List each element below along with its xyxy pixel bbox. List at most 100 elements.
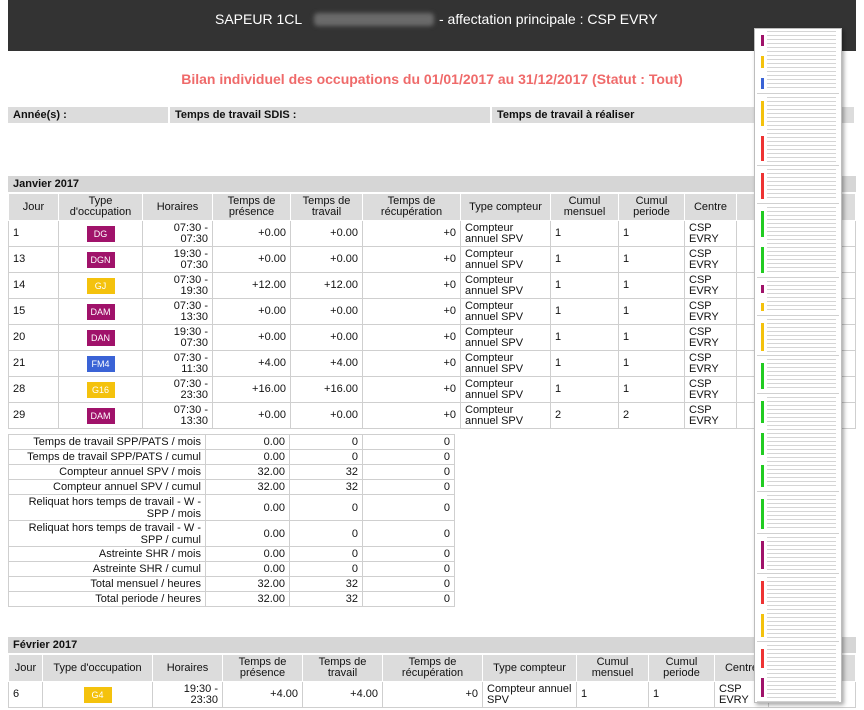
cell-travail: +0.00 — [290, 298, 363, 325]
page-thumbnail[interactable] — [757, 317, 839, 356]
totals-row: Astreinte SHR / cumul 0.00 0 0 — [8, 561, 455, 577]
totals-travail: 0 — [289, 434, 363, 450]
agent-grade: SAPEUR 1CL — [215, 11, 303, 27]
thumbnail-lines — [767, 281, 836, 313]
table-row: 29 DAM 07:30 - 13:30 +0.00 +0.00 +0 Compteur a… — [8, 402, 856, 429]
page-title: Bilan individuel des occupations du 01/0… — [181, 71, 683, 87]
thumbnail-color-bar — [761, 678, 764, 697]
cell-presence: +0.00 — [212, 220, 291, 247]
totals-recup: 0 — [362, 434, 455, 450]
cell-jour: 14 — [8, 272, 59, 299]
cell-cumul-mensuel: 1 — [550, 246, 619, 273]
totals-presence: 32.00 — [205, 576, 290, 592]
cell-compteur: Compteur annuel SPV — [460, 350, 551, 377]
cell-cumul-mensuel: 1 — [550, 324, 619, 351]
cell-type: G4 — [42, 681, 153, 708]
page-thumbnail[interactable] — [757, 535, 839, 574]
occupation-badge[interactable]: DAN — [86, 329, 115, 346]
thumbnail-lines — [767, 169, 836, 201]
thumbnail-color-bar — [761, 433, 764, 455]
thumbnail-color-bar — [761, 541, 764, 569]
thumbnail-color-bar — [761, 303, 764, 311]
thumbnail-color-bar — [761, 247, 764, 273]
cell-jour: 29 — [8, 402, 59, 429]
page-thumbnail[interactable] — [757, 29, 839, 94]
thumbnail-color-bar — [761, 323, 764, 351]
column-header: Cumul periode — [618, 193, 685, 221]
occupation-badge[interactable]: DAM — [86, 407, 115, 424]
page-thumbnail[interactable] — [757, 357, 839, 394]
cell-jour: 21 — [8, 350, 59, 377]
cell-cumul-periode: 1 — [618, 376, 685, 403]
page-thumbnail[interactable] — [757, 643, 839, 702]
occupation-badge[interactable]: GJ — [86, 277, 115, 294]
occupation-badge[interactable]: DAM — [86, 303, 115, 320]
totals-presence: 0.00 — [205, 546, 290, 562]
totals-travail: 32 — [289, 479, 363, 495]
page-thumbnail[interactable] — [757, 493, 839, 534]
thumbnail-color-bar — [761, 101, 764, 126]
column-header: Temps de présence — [222, 654, 303, 682]
occupation-badge[interactable]: DG — [86, 225, 115, 242]
redacted-name — [314, 13, 434, 26]
cell-type: FM4 — [58, 350, 143, 377]
thumbnail-color-bar — [761, 173, 764, 199]
thumbnail-lines — [767, 207, 836, 275]
totals-row: Reliquat hors temps de travail - W - SPP… — [8, 494, 455, 521]
cell-centre: CSP EVRY — [684, 298, 737, 325]
thumbnail-color-bar — [761, 136, 764, 161]
page-thumbnail[interactable] — [757, 95, 839, 166]
totals-presence: 0.00 — [205, 561, 290, 577]
summary-annees: Année(s) : — [8, 107, 170, 123]
cell-cumul-periode: 1 — [648, 681, 715, 708]
cell-horaires: 07:30 - 07:30 — [142, 220, 213, 247]
column-header: Temps de présence — [212, 193, 291, 221]
totals-recup: 0 — [362, 449, 455, 465]
totals-travail: 0 — [289, 520, 363, 547]
cell-centre: CSP EVRY — [684, 376, 737, 403]
totals-recup: 0 — [362, 576, 455, 592]
column-header: Type d'occupation — [42, 654, 153, 682]
cell-compteur: Compteur annuel SPV — [460, 376, 551, 403]
totals-recup: 0 — [362, 494, 455, 521]
janvier-table: Jour Type d'occupation Horaires Temps de pr… — [8, 193, 856, 429]
cell-compteur: Compteur annuel SPV — [460, 298, 551, 325]
cell-type: G16 — [58, 376, 143, 403]
occupation-badge[interactable]: G4 — [83, 686, 112, 703]
page-thumbnail[interactable] — [757, 395, 839, 492]
thumbnail-color-bar — [761, 211, 764, 237]
thumbnail-lines — [767, 359, 836, 391]
cell-horaires: 07:30 - 11:30 — [142, 350, 213, 377]
cell-cumul-mensuel: 1 — [550, 376, 619, 403]
cell-recup: +0 — [362, 220, 461, 247]
page-thumbnail[interactable] — [757, 279, 839, 316]
page-thumbnail[interactable] — [757, 575, 839, 642]
totals-label: Reliquat hors temps de travail - W - SPP… — [8, 520, 206, 547]
thumbnail-lines — [767, 537, 836, 571]
cell-travail: +0.00 — [290, 324, 363, 351]
top-bar: SAPEUR 1CL - affectation principale : CS… — [8, 0, 856, 51]
occupation-badge[interactable]: FM4 — [86, 355, 115, 372]
table-row: 6 G4 19:30 - 23:30 +4.00 +4.00 +0 Compteur ann… — [8, 681, 856, 708]
totals-row: Total mensuel / heures 32.00 32 0 — [8, 576, 455, 592]
cell-travail: +0.00 — [290, 402, 363, 429]
page-thumbnail[interactable] — [757, 205, 839, 278]
cell-cumul-periode: 2 — [618, 402, 685, 429]
page-thumbnails-panel[interactable] — [754, 28, 842, 703]
cell-centre: CSP EVRY — [684, 324, 737, 351]
column-header: Temps de travail — [302, 654, 383, 682]
totals-row: Compteur annuel SPV / cumul 32.00 32 0 — [8, 479, 455, 495]
cell-presence: +12.00 — [212, 272, 291, 299]
totals-travail: 0 — [289, 494, 363, 521]
agent-affectation: - affectation principale : CSP EVRY — [439, 11, 658, 27]
column-header: Temps de récupération — [362, 193, 461, 221]
occupation-badge[interactable]: DGN — [86, 251, 115, 268]
totals-label: Compteur annuel SPV / cumul — [8, 479, 206, 495]
cell-compteur: Compteur annuel SPV — [460, 220, 551, 247]
cell-recup: +0 — [382, 681, 483, 708]
page-thumbnail[interactable] — [757, 167, 839, 204]
table-row: 21 FM4 07:30 - 11:30 +4.00 +4.00 +0 Compteur a… — [8, 350, 856, 377]
totals-presence: 0.00 — [205, 434, 290, 450]
cell-cumul-periode: 1 — [618, 272, 685, 299]
occupation-badge[interactable]: G16 — [86, 381, 115, 398]
